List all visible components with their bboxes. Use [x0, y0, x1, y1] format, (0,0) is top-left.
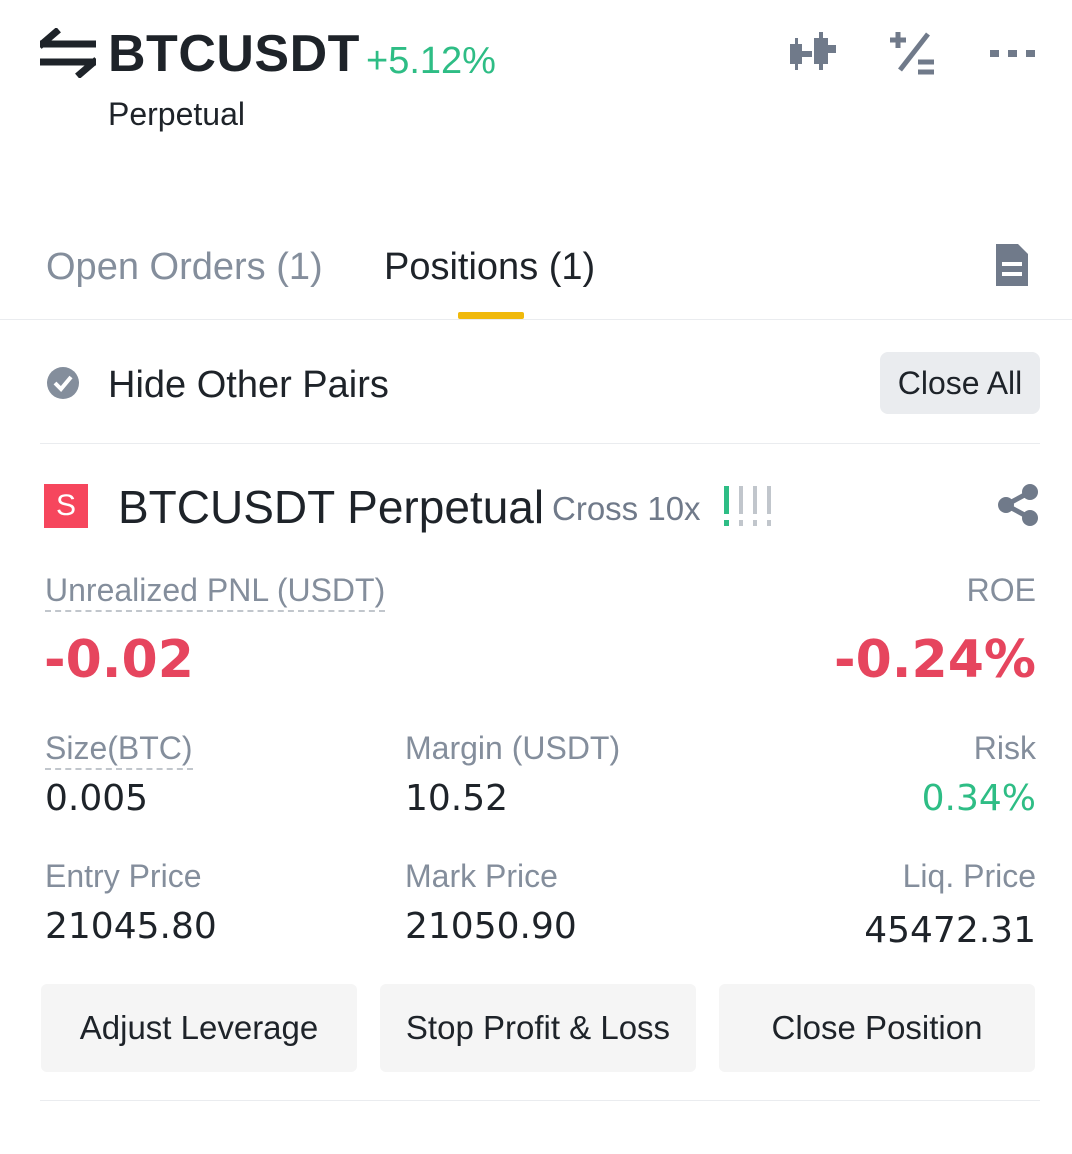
close-all-button[interactable]: Close All: [880, 352, 1040, 414]
entry-price-label: Entry Price: [45, 858, 202, 894]
risk-level-icon: [720, 484, 780, 530]
header: BTCUSDT +5.12% Perpetual: [0, 0, 1072, 160]
risk-label: Risk: [973, 730, 1036, 766]
size-label[interactable]: Size(BTC): [45, 730, 193, 770]
tab-positions[interactable]: Positions (1): [384, 246, 595, 289]
order-history-icon[interactable]: [992, 242, 1030, 288]
margin-value: 10.52: [405, 778, 509, 819]
margin-label: Margin (USDT): [405, 730, 621, 766]
mark-price-value: 21050.90: [405, 906, 577, 947]
unrealized-pnl-label[interactable]: Unrealized PNL (USDT): [45, 572, 386, 612]
stop-profit-loss-button[interactable]: Stop Profit & Loss: [380, 984, 696, 1072]
close-position-button[interactable]: Close Position: [719, 984, 1035, 1072]
side-badge: S: [44, 484, 88, 528]
unrealized-pnl-value: -0.02: [44, 630, 194, 690]
margin-mode[interactable]: Cross 10x: [552, 490, 701, 528]
roe-label: ROE: [966, 572, 1036, 608]
adjust-leverage-button[interactable]: Adjust Leverage: [41, 984, 357, 1072]
swap-icon[interactable]: [37, 27, 99, 79]
liq-price-value: 45472.31: [864, 910, 1036, 951]
hide-other-pairs-label[interactable]: Hide Other Pairs: [108, 364, 389, 407]
check-circle-icon[interactable]: [46, 366, 80, 400]
liq-price-label: Liq. Price: [902, 858, 1036, 894]
calculator-icon[interactable]: [888, 30, 938, 76]
divider: [40, 1100, 1040, 1101]
size-value: 0.005: [45, 778, 149, 819]
filter-row: Hide Other Pairs Close All: [40, 340, 1040, 444]
mark-price-label: Mark Price: [405, 858, 558, 894]
position-symbol: BTCUSDT Perpetual: [118, 481, 545, 533]
share-icon[interactable]: [996, 482, 1040, 528]
active-tab-indicator: [458, 312, 524, 319]
price-change: +5.12%: [366, 40, 496, 82]
candlestick-chart-icon[interactable]: [788, 30, 838, 76]
contract-type: Perpetual: [108, 96, 245, 132]
tab-bar: Open Orders (1) Positions (1): [0, 240, 1072, 320]
tab-open-orders[interactable]: Open Orders (1): [46, 246, 323, 289]
roe-value: -0.24%: [834, 630, 1036, 690]
risk-value: 0.34%: [921, 778, 1036, 819]
more-icon[interactable]: [988, 30, 1038, 76]
entry-price-value: 21045.80: [45, 906, 217, 947]
pair-title[interactable]: BTCUSDT: [108, 24, 360, 84]
